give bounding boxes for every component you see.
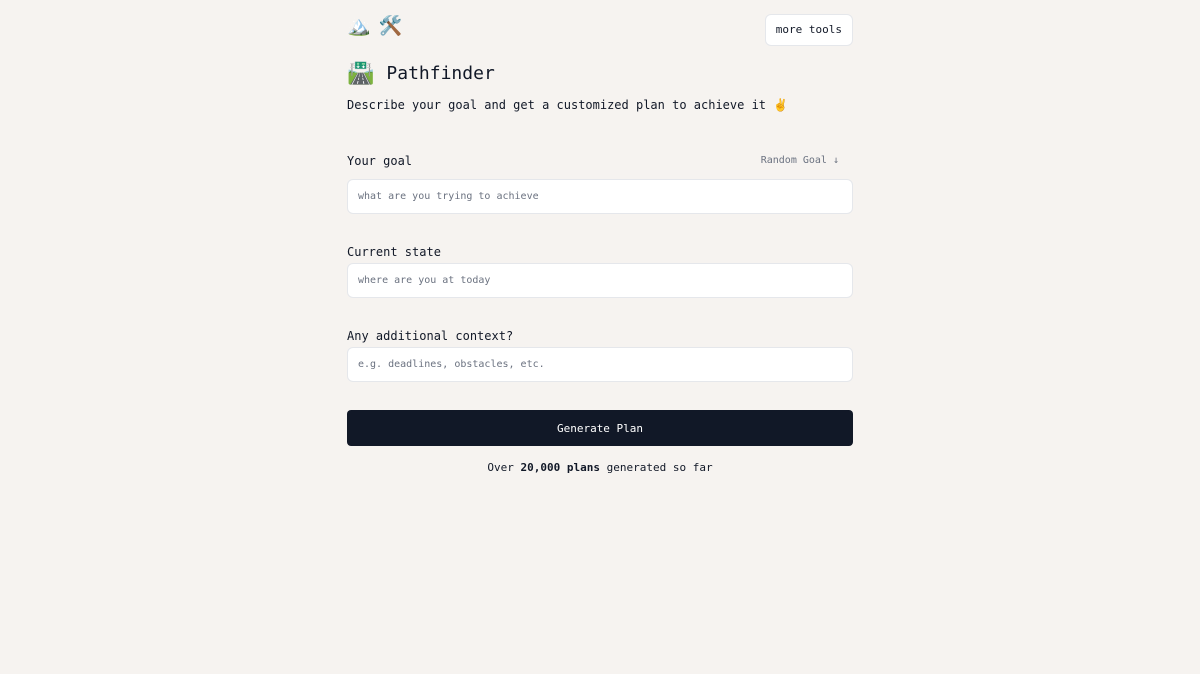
current-state-label: Current state (347, 245, 441, 259)
plans-count-suffix: generated so far (600, 461, 713, 474)
page-title: Pathfinder (386, 63, 495, 84)
mountain-icon: 🏔️ (347, 15, 371, 37)
plans-count-value: 20,000 plans (520, 461, 600, 474)
more-tools-button[interactable]: more tools (764, 14, 853, 46)
goal-input[interactable] (347, 179, 853, 214)
logo[interactable]: 🏔️ 🛠️ (347, 14, 402, 38)
current-state-input[interactable] (347, 263, 853, 298)
goal-label: Your goal (347, 154, 413, 168)
tools-icon: 🛠️ (378, 15, 403, 37)
top-bar: 🏔️ 🛠️ more tools (347, 0, 853, 60)
road-icon: 🛣️ (347, 61, 375, 86)
generate-plan-button[interactable]: Generate Plan (347, 410, 853, 446)
context-input[interactable] (347, 347, 853, 382)
page-subtitle: Describe your goal and get a customized … (347, 98, 789, 112)
plans-count-text: Over 20,000 plans generated so far (347, 460, 853, 476)
main-container: 🏔️ 🛠️ more tools 🛣️ Pathfinder Describe … (347, 0, 853, 474)
random-goal-button[interactable]: Random Goal ↓ (761, 153, 839, 169)
plans-count-prefix: Over (487, 461, 521, 474)
title-row: 🛣️ Pathfinder (347, 60, 495, 88)
context-label: Any additional context? (347, 329, 514, 343)
